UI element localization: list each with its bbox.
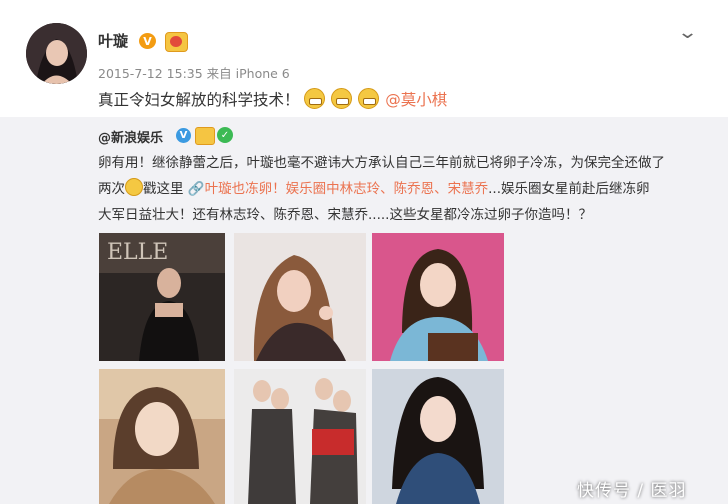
svg-text:ELLE: ELLE [107, 240, 168, 265]
verified-blue-icon: V [176, 128, 191, 143]
grin-emoji-icon [358, 88, 380, 109]
photo-image: ELLE [99, 233, 225, 361]
shock-emoji-icon [125, 178, 143, 196]
member-badge-icon [195, 127, 215, 145]
verified-icon: V [139, 33, 156, 49]
retweet-author[interactable]: @新浪娱乐 [98, 127, 163, 146]
photo-image [372, 233, 504, 361]
retweet-text: ...娱乐圈女星前赴后继冻卵 [488, 181, 650, 197]
post-meta: 2015-7-12 15:35 来自 iPhone 6 [98, 66, 290, 81]
photo-thumbnail[interactable] [234, 233, 366, 361]
chevron-down-icon[interactable]: ⌄ [677, 22, 698, 43]
mention-link[interactable]: @莫小棋 [385, 91, 447, 109]
article-link[interactable]: 叶璇也冻卵！娱乐圈中林志玲、陈乔恩、宋慧乔 [205, 181, 489, 197]
photo-thumbnail[interactable] [234, 369, 366, 504]
photo-thumbnail[interactable] [372, 369, 504, 504]
watermark: 快传号 / 医羽 [577, 481, 687, 501]
photo-image [234, 369, 366, 504]
retweet-line-2: 两次 戳这里 🔗叶璇也冻卵！娱乐圈中林志玲、陈乔恩、宋慧乔...娱乐圈女星前赴后继… [98, 177, 649, 197]
photo-image [99, 369, 225, 504]
grin-emoji-icon [331, 88, 353, 109]
post-text: 真正令妇女解放的科学技术！ [98, 91, 300, 109]
retweet-line-3: 大军日益壮大！还有林志玲、陈乔恩、宋慧乔.....这些女星都冷冻过卵子你造吗！？ [98, 207, 592, 223]
photo-image [372, 369, 504, 504]
retweet-text: 两次 [98, 181, 125, 197]
photo-thumbnail[interactable]: ELLE [99, 233, 225, 361]
post-text-container: 真正令妇女解放的科学技术！ @莫小棋 [98, 88, 447, 110]
retweet-line-1: 卵有用！继徐静蕾之后，叶璇也毫不避讳大方承认自己三年前就已将卵子冷冻，为保完全还… [98, 155, 665, 171]
check-icon: ✓ [217, 127, 233, 143]
author-avatar[interactable] [26, 23, 87, 84]
member-badge-icon[interactable] [165, 32, 188, 52]
grin-emoji-icon [304, 88, 326, 109]
photo-thumbnail[interactable] [372, 233, 504, 361]
author-name[interactable]: 叶璇 [98, 30, 128, 51]
photo-image [234, 233, 366, 361]
link-icon[interactable]: 🔗 [188, 181, 205, 197]
retweet-text: 戳这里 [143, 181, 184, 197]
photo-thumbnail[interactable] [99, 369, 225, 504]
avatar-image [26, 23, 87, 84]
